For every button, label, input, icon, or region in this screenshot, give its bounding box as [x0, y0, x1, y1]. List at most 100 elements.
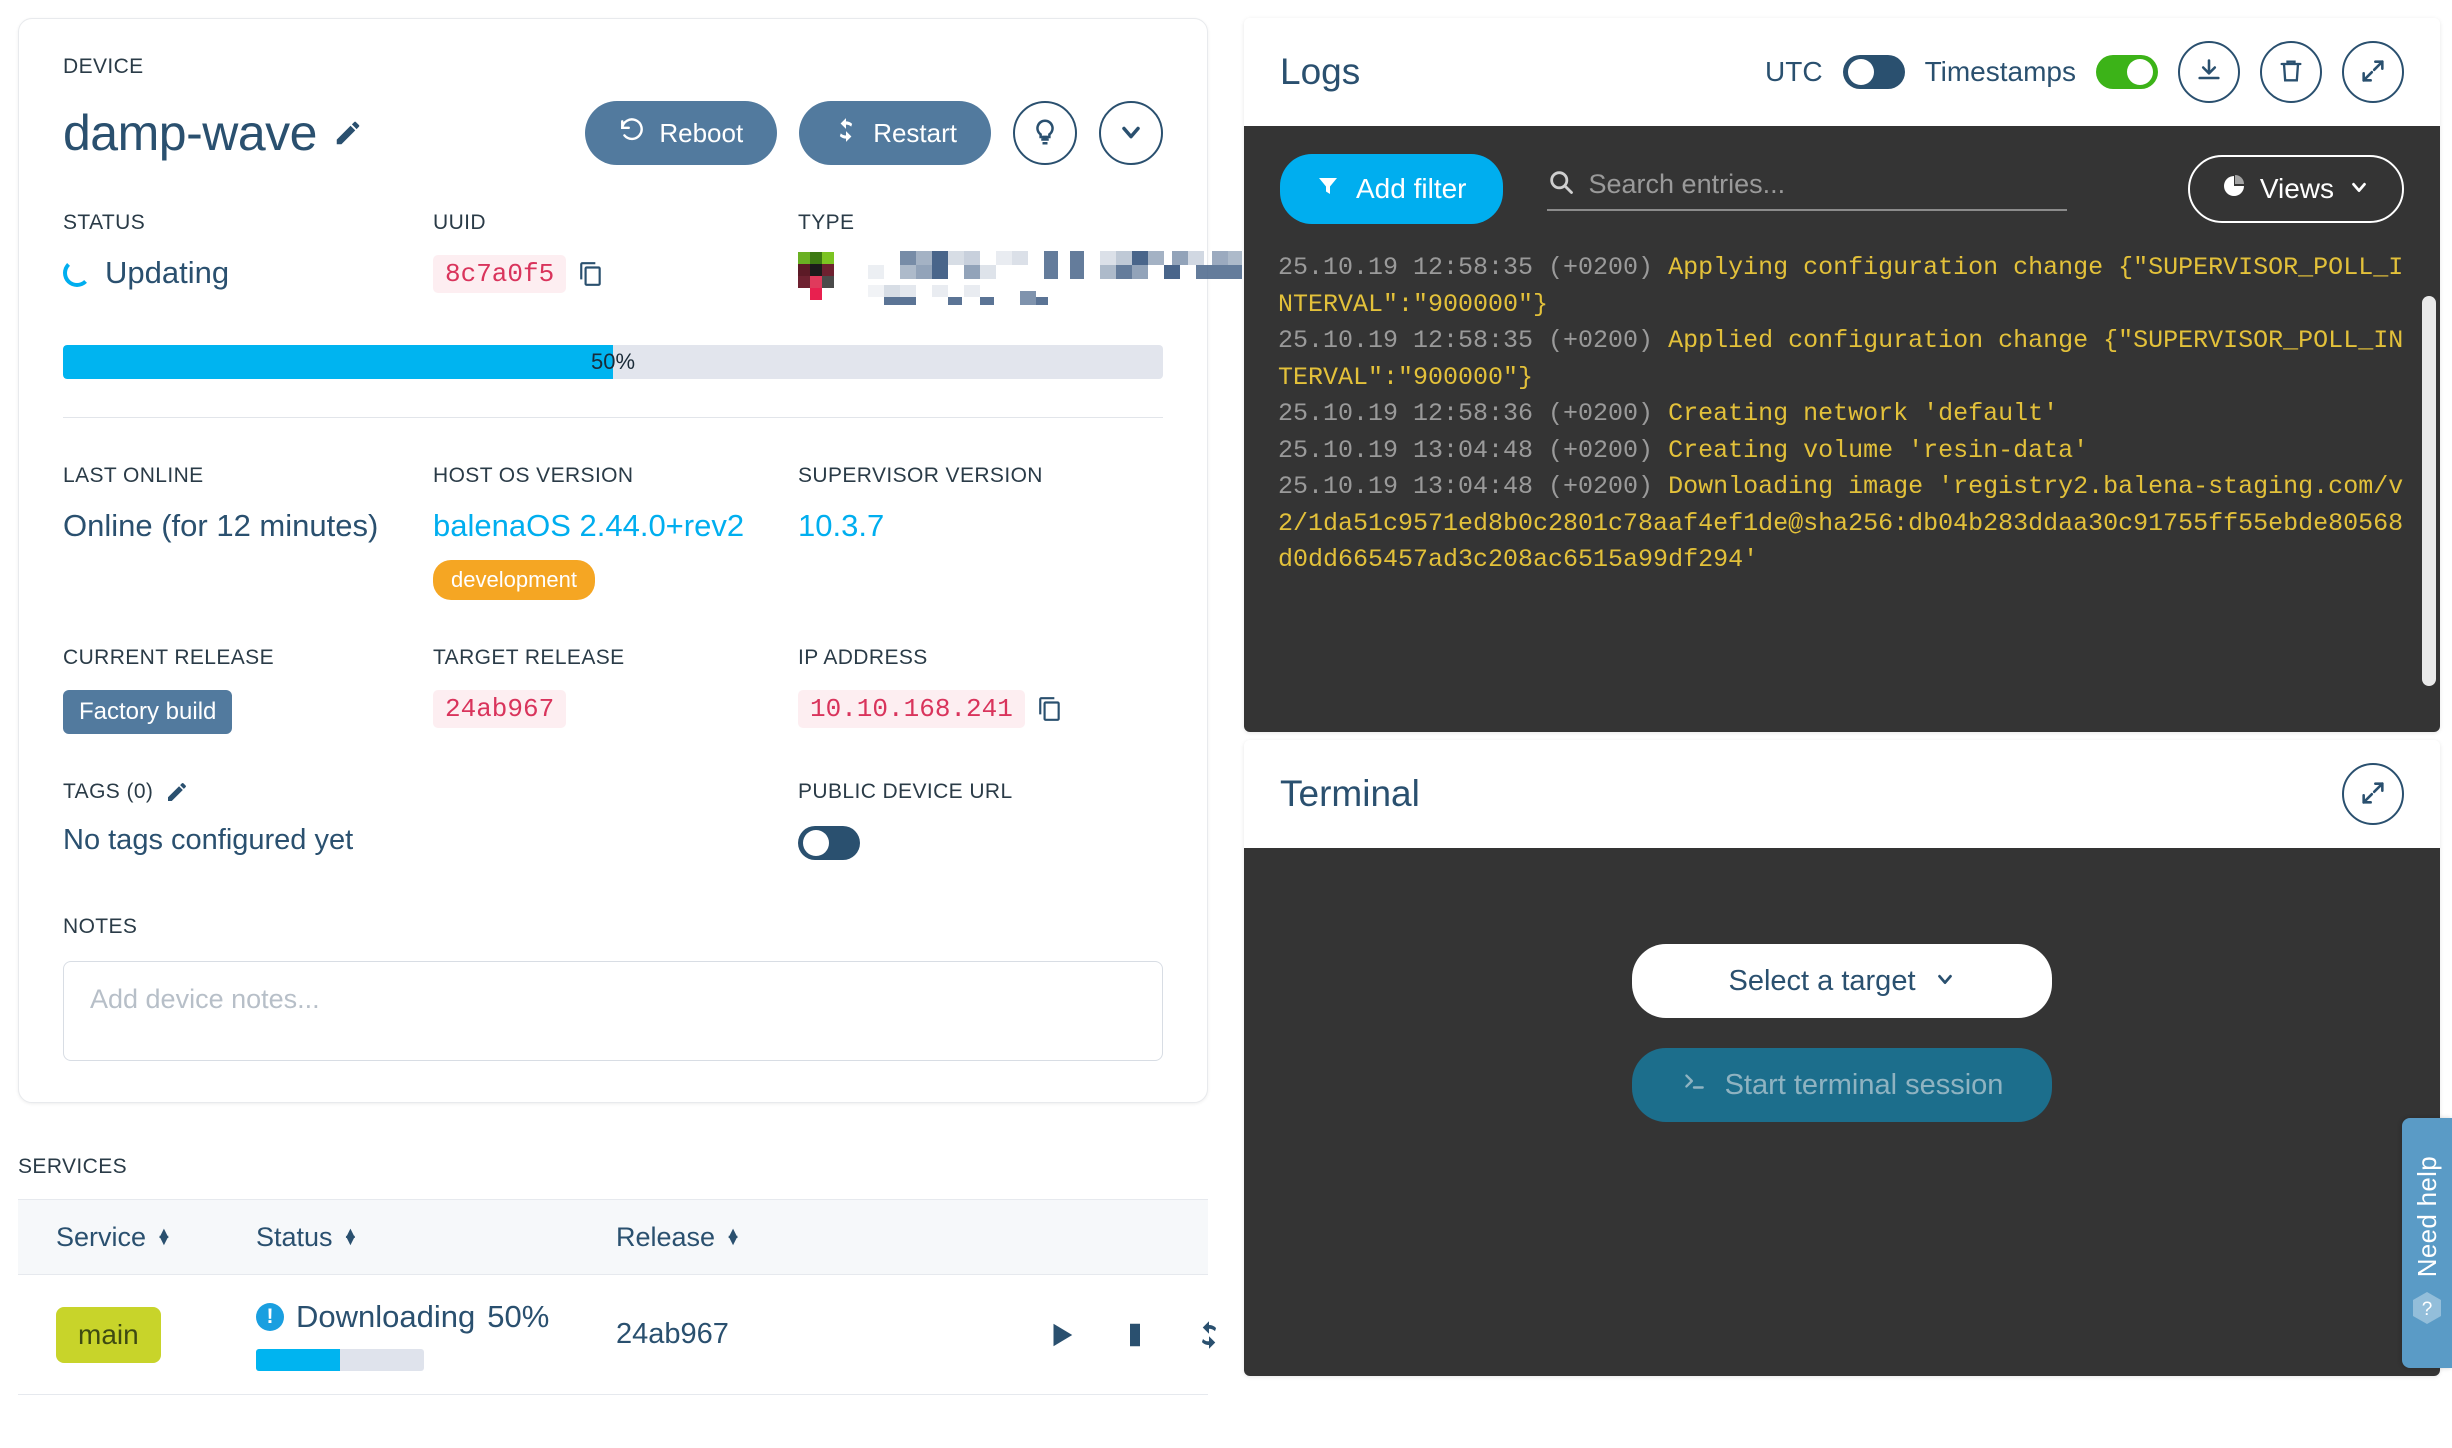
logs-scrollbar[interactable] — [2422, 296, 2436, 686]
table-row: main ! Downloading 50% 24ab967 — [18, 1275, 1208, 1395]
edit-tags-pencil-icon[interactable] — [165, 780, 189, 804]
pencil-icon[interactable] — [333, 118, 363, 148]
start-terminal-session-button[interactable]: Start terminal session — [1632, 1048, 2052, 1122]
chevron-down-icon — [1934, 965, 1956, 998]
current-release-label: CURRENT RELEASE — [63, 646, 433, 670]
status-value: Updating — [105, 255, 229, 291]
search-icon — [1547, 168, 1575, 201]
log-entry-timestamp: 25.10.19 13:04:48 (+0200) — [1278, 436, 1668, 465]
log-entries-list[interactable]: 25.10.19 12:58:35 (+0200) Applying confi… — [1244, 250, 2440, 597]
add-filter-label: Add filter — [1356, 173, 1467, 205]
start-terminal-session-label: Start terminal session — [1725, 1069, 2004, 1102]
expand-icon — [2359, 57, 2387, 88]
reboot-icon — [619, 117, 645, 150]
log-entry: 25.10.19 12:58:35 (+0200) Applying confi… — [1278, 250, 2406, 323]
status-value-wrap: Updating — [63, 255, 433, 291]
timestamps-label: Timestamps — [1925, 56, 2076, 88]
current-release-value: Factory build — [63, 690, 232, 734]
current-release-field: CURRENT RELEASE Factory build — [63, 646, 433, 734]
utc-toggle[interactable] — [1843, 55, 1905, 89]
filter-icon — [1316, 173, 1340, 205]
service-status-cell: ! Downloading 50% — [256, 1299, 616, 1371]
sort-icon: ▲▼ — [725, 1230, 741, 1244]
log-entry-message: Creating volume 'resin-data' — [1668, 436, 2088, 465]
public-url-label: PUBLIC DEVICE URL — [798, 780, 1163, 804]
views-button[interactable]: Views — [2188, 155, 2404, 223]
toggle-knob — [803, 830, 829, 856]
chevron-down-icon — [2348, 173, 2370, 205]
column-header-status[interactable]: Status ▲▼ — [256, 1222, 616, 1253]
log-entry-message: Creating network 'default' — [1668, 399, 2058, 428]
device-title-row: damp-wave Reboot Resta — [63, 101, 1163, 165]
reboot-button[interactable]: Reboot — [585, 101, 777, 165]
tags-label: TAGS (0) — [63, 780, 153, 804]
sort-icon: ▲▼ — [343, 1230, 359, 1244]
public-url-field: PUBLIC DEVICE URL — [798, 780, 1163, 865]
timestamps-toggle[interactable] — [2096, 55, 2158, 89]
logs-search-wrap — [1547, 168, 2067, 211]
column-header-service-label: Service — [56, 1222, 146, 1253]
need-help-tab[interactable]: Need help ? — [2402, 1118, 2452, 1368]
device-progress-bar: 50% — [63, 345, 1163, 379]
prompt-icon — [1681, 1068, 1707, 1102]
log-entry-timestamp: 25.10.19 12:58:36 (+0200) — [1278, 399, 1668, 428]
restart-icon — [833, 117, 859, 150]
select-target-button[interactable]: Select a target — [1632, 944, 2052, 1018]
log-entry: 25.10.19 12:58:36 (+0200) Creating netwo… — [1278, 396, 2406, 433]
lightbulb-icon — [1030, 117, 1060, 150]
notes-label: NOTES — [63, 915, 1163, 939]
uuid-value-wrap: 8c7a0f5 — [433, 255, 798, 293]
device-info-row-4: TAGS (0) No tags configured yet PUBLIC D… — [63, 780, 1163, 865]
utc-label: UTC — [1765, 56, 1823, 88]
log-entry-timestamp: 25.10.19 12:58:35 (+0200) — [1278, 326, 1668, 355]
tags-label-wrap: TAGS (0) — [63, 780, 433, 804]
search-input[interactable] — [1589, 169, 2067, 200]
start-icon[interactable] — [1046, 1320, 1076, 1350]
expand-icon — [2359, 779, 2387, 810]
tags-empty-text: No tags configured yet — [63, 824, 433, 857]
host-os-label: HOST OS VERSION — [433, 464, 798, 488]
column-header-release[interactable]: Release ▲▼ — [616, 1222, 1046, 1253]
target-release-value: 24ab967 — [433, 690, 566, 728]
identify-device-button[interactable] — [1013, 101, 1077, 165]
copy-uuid-icon[interactable] — [578, 261, 604, 287]
service-name-cell: main — [56, 1307, 256, 1363]
download-logs-button[interactable] — [2178, 41, 2240, 103]
last-online-label: LAST ONLINE — [63, 464, 433, 488]
expand-terminal-button[interactable] — [2342, 763, 2404, 825]
restart-button[interactable]: Restart — [799, 101, 991, 165]
add-filter-button[interactable]: Add filter — [1280, 154, 1503, 224]
sort-icon: ▲▼ — [156, 1230, 172, 1244]
logs-toolbar: Add filter Views — [1244, 126, 2440, 234]
host-os-value[interactable]: balenaOS 2.44.0+rev2 — [433, 508, 798, 544]
right-column: Logs UTC Timestamps — [1244, 18, 2440, 1448]
stop-icon[interactable] — [1120, 1320, 1150, 1350]
clear-logs-button[interactable] — [2260, 41, 2322, 103]
status-field: STATUS Updating — [63, 211, 433, 305]
expand-logs-button[interactable] — [2342, 41, 2404, 103]
device-notes-input[interactable] — [63, 961, 1163, 1061]
logs-body: Add filter Views — [1244, 126, 2440, 732]
device-action-buttons: Reboot Restart — [585, 101, 1163, 165]
uuid-field: UUID 8c7a0f5 — [433, 211, 798, 305]
device-section-label: DEVICE — [63, 55, 1163, 79]
restart-icon[interactable] — [1194, 1320, 1224, 1350]
device-summary-card: DEVICE damp-wave Reboot — [18, 18, 1208, 1103]
services-table-header: Service ▲▼ Status ▲▼ Release ▲▼ — [18, 1199, 1208, 1275]
more-actions-button[interactable] — [1099, 101, 1163, 165]
public-url-toggle[interactable] — [798, 826, 860, 860]
target-release-field: TARGET RELEASE 24ab967 — [433, 646, 798, 734]
logs-panel: Logs UTC Timestamps — [1244, 18, 2440, 732]
column-header-service[interactable]: Service ▲▼ — [56, 1222, 256, 1253]
svg-text:?: ? — [2422, 1299, 2433, 1320]
last-online-field: LAST ONLINE Online (for 12 minutes) — [63, 464, 433, 600]
service-release-cell: 24ab967 — [616, 1318, 1046, 1351]
service-progress-fill — [256, 1349, 340, 1371]
device-progress-text: 50% — [63, 345, 1163, 379]
copy-ip-icon[interactable] — [1037, 696, 1063, 722]
select-target-label: Select a target — [1729, 965, 1916, 998]
log-entry-timestamp: 25.10.19 12:58:35 (+0200) — [1278, 253, 1668, 282]
device-dashboard: DEVICE damp-wave Reboot — [0, 0, 2452, 1448]
supervisor-label: SUPERVISOR VERSION — [798, 464, 1163, 488]
left-column: DEVICE damp-wave Reboot — [18, 18, 1208, 1448]
